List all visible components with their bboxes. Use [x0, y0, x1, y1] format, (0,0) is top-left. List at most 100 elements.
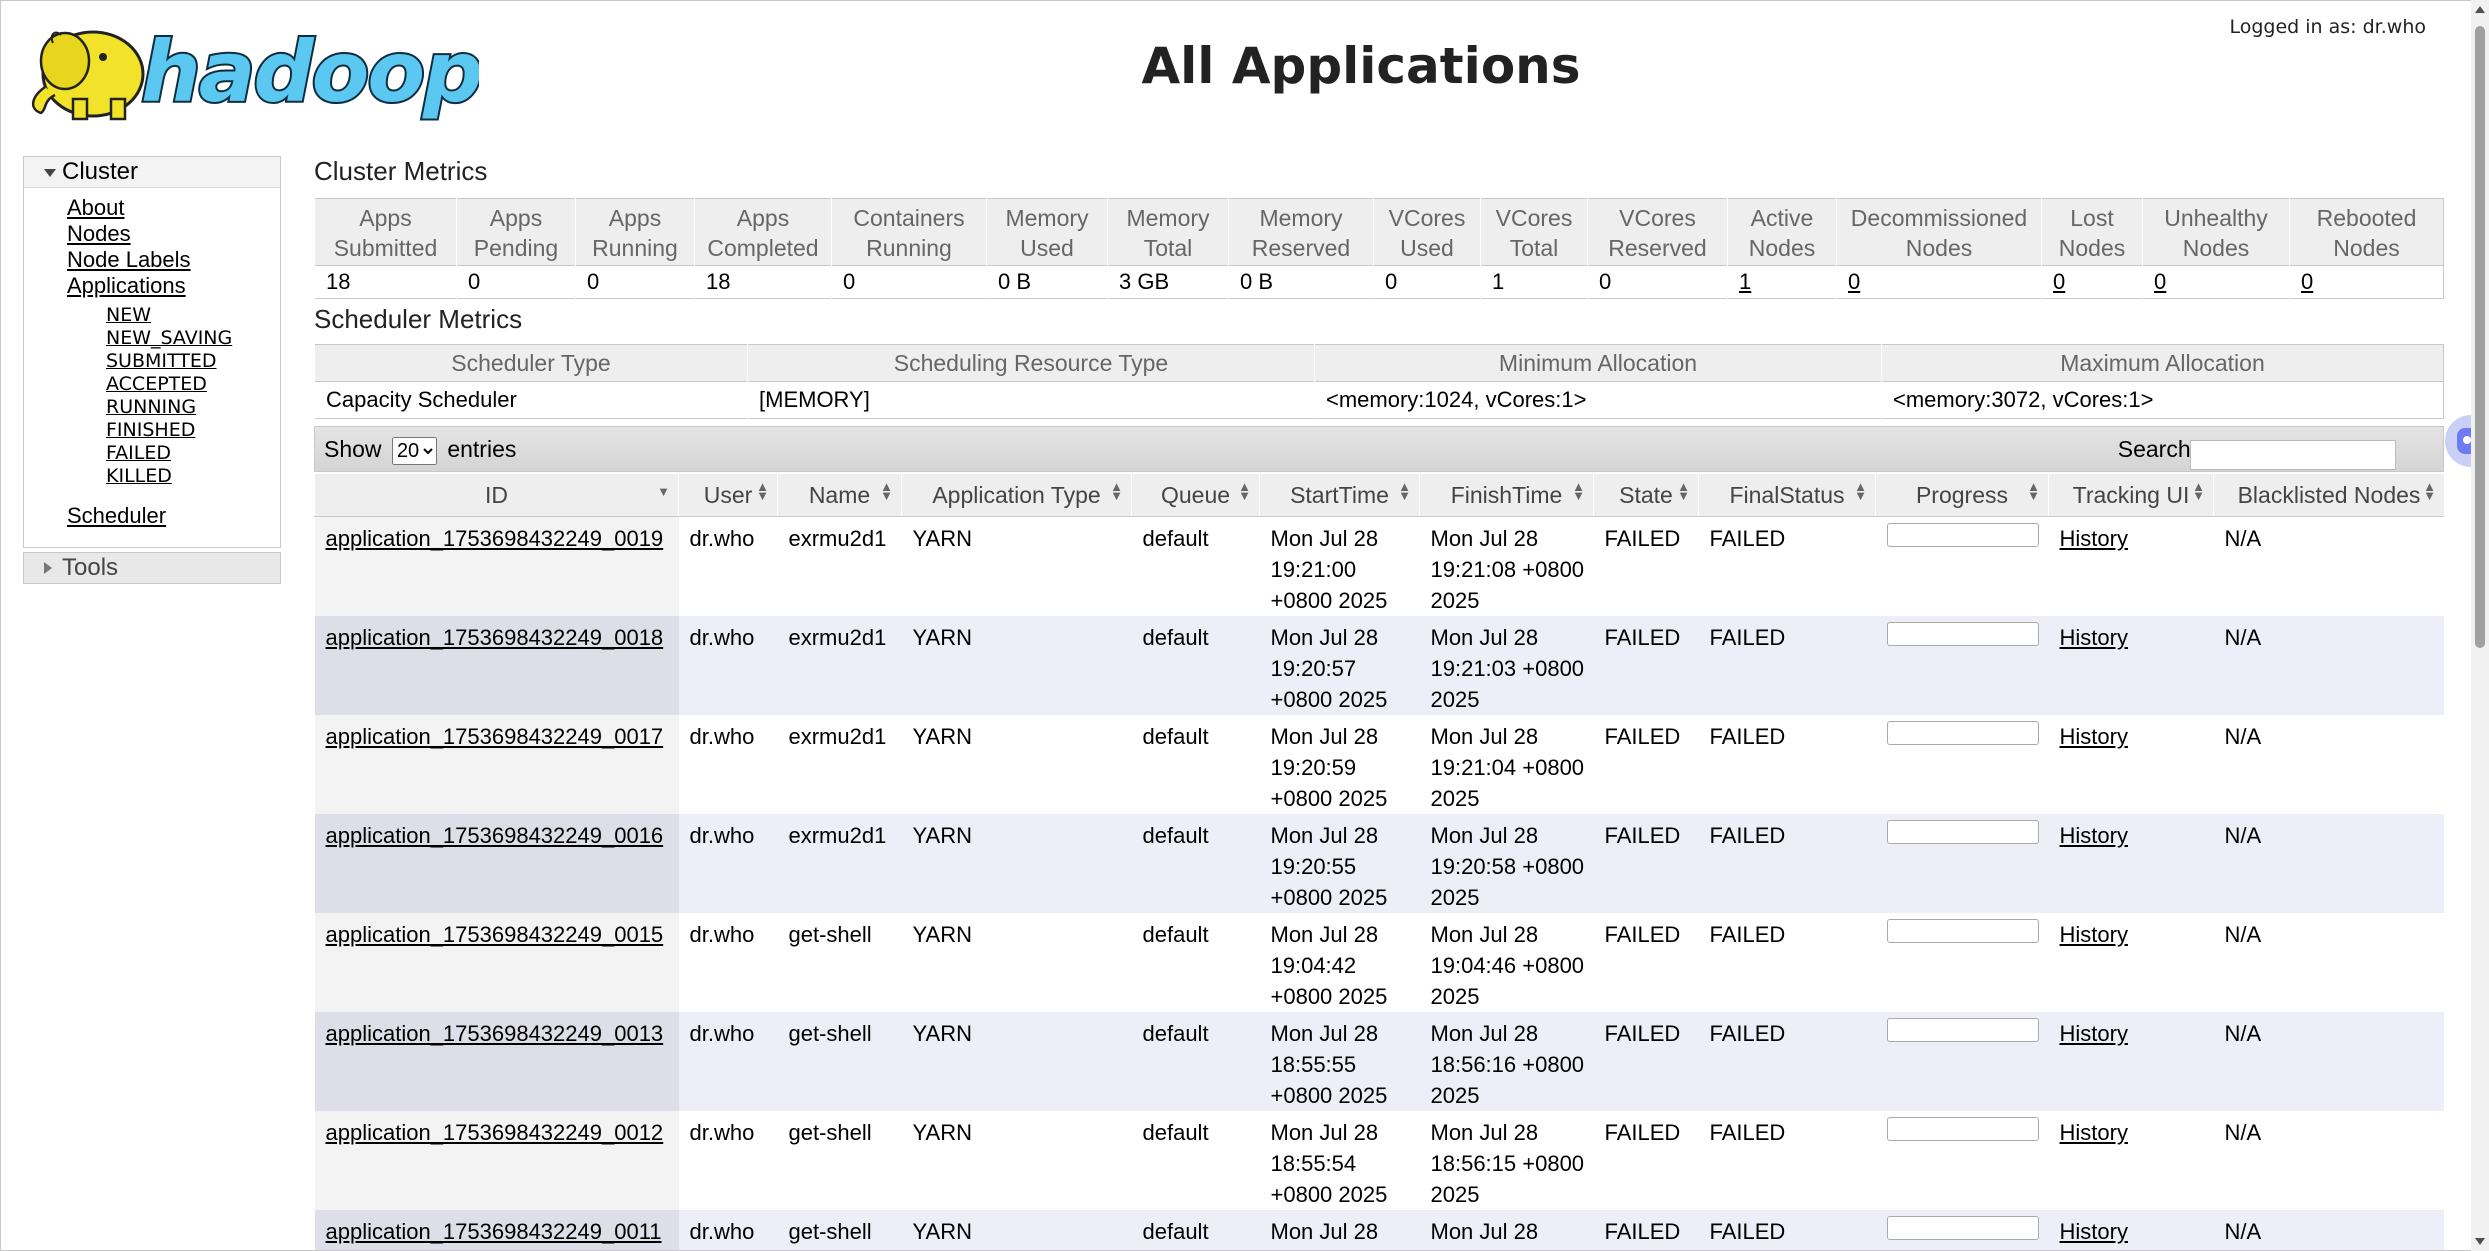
- column-label: ID: [485, 481, 508, 508]
- unhealthy-nodes-link[interactable]: 0: [2154, 269, 2166, 294]
- column-label: Queue: [1160, 481, 1231, 508]
- hadoop-logo[interactable]: hadoop: [23, 9, 479, 124]
- nav-link-scheduler[interactable]: Scheduler: [67, 503, 166, 529]
- history-link[interactable]: History: [2060, 1021, 2128, 1046]
- th-state[interactable]: State ▲ ▼: [1593, 474, 1699, 517]
- th-queue[interactable]: Queue ▲ ▼: [1131, 474, 1260, 517]
- column-label: Name: [808, 481, 871, 508]
- tools-nav-header[interactable]: Tools: [24, 553, 280, 583]
- th-tracking-ui[interactable]: Tracking UI ▲ ▼: [2048, 474, 2214, 517]
- user-cell: dr.who: [678, 516, 778, 616]
- sort-both-icon[interactable]: ▲ ▼: [2192, 480, 2205, 502]
- scroll-up-icon[interactable]: [2475, 6, 2485, 13]
- nav-link-applications[interactable]: Applications: [67, 273, 186, 299]
- final-status-value: FAILED: [1709, 1219, 1786, 1244]
- th-start-time[interactable]: StartTime ▲ ▼: [1259, 474, 1420, 517]
- sort-both-icon[interactable]: ▲ ▼: [1677, 480, 1690, 502]
- nav-state-failed[interactable]: FAILED: [106, 442, 171, 464]
- sort-both-icon[interactable]: ▲ ▼: [1854, 480, 1867, 502]
- sort-both-icon[interactable]: ▲ ▼: [880, 480, 893, 502]
- app-id-link[interactable]: application_1753698432249_0016: [326, 823, 664, 848]
- th-final-status[interactable]: FinalStatus ▲ ▼: [1698, 474, 1876, 517]
- column-label: Application Type: [932, 481, 1101, 508]
- scrollbar-thumb[interactable]: [2475, 26, 2485, 648]
- vertical-scrollbar[interactable]: [2471, 0, 2489, 1251]
- app-id-link[interactable]: application_1753698432249_0017: [326, 724, 664, 749]
- nav-state-killed[interactable]: KILLED: [106, 465, 172, 487]
- sort-both-icon[interactable]: ▲ ▼: [1238, 480, 1251, 502]
- th-finish-time[interactable]: FinishTime ▲ ▼: [1419, 474, 1594, 517]
- final-status-value: FAILED: [1709, 526, 1786, 551]
- user-cell: dr.who: [678, 1012, 778, 1111]
- app-id-link[interactable]: application_1753698432249_0019: [326, 526, 664, 551]
- history-link[interactable]: History: [2060, 1120, 2128, 1145]
- name-cell: exrmu2d1: [777, 715, 902, 814]
- type-cell: YARN: [901, 616, 1132, 715]
- active-nodes-link[interactable]: 1: [1739, 269, 1751, 294]
- nav-link-nodes[interactable]: Nodes: [67, 221, 131, 247]
- type-value: YARN: [912, 724, 973, 749]
- history-link[interactable]: History: [2060, 526, 2128, 551]
- entries-select[interactable]: 20: [391, 437, 437, 465]
- tracking-ui-cell: History: [2048, 1210, 2214, 1250]
- scroll-down-icon[interactable]: [2475, 1238, 2485, 1245]
- cluster-nav-header[interactable]: Cluster: [24, 157, 280, 188]
- th-name[interactable]: Name ▲ ▼: [777, 474, 902, 517]
- history-link[interactable]: History: [2060, 922, 2128, 947]
- type-value: YARN: [912, 1219, 973, 1244]
- nav-state-new-saving[interactable]: NEW_SAVING: [106, 327, 232, 349]
- blacklisted-value: N/A: [2224, 1219, 2262, 1244]
- nav-state-finished[interactable]: FINISHED: [106, 419, 195, 441]
- queue-cell: default: [1131, 1012, 1260, 1111]
- th-id[interactable]: ID ▼: [314, 474, 679, 517]
- nav-link-about[interactable]: About: [67, 195, 125, 221]
- app-id-link[interactable]: application_1753698432249_0018: [326, 625, 664, 650]
- nav-state-new[interactable]: NEW: [106, 304, 151, 326]
- history-link[interactable]: History: [2060, 823, 2128, 848]
- th-apps-running: Apps Running: [575, 198, 695, 266]
- sort-both-icon[interactable]: ▲ ▼: [1398, 480, 1411, 502]
- history-link[interactable]: History: [2060, 724, 2128, 749]
- app-id-cell: application_1753698432249_0015: [314, 913, 679, 1012]
- nav-state-running[interactable]: RUNNING: [106, 396, 196, 418]
- app-id-cell: application_1753698432249_0017: [314, 715, 679, 814]
- finish-time-cell: Mon Jul 28 19:21:04 +0800 2025: [1419, 715, 1594, 814]
- history-link[interactable]: History: [2060, 625, 2128, 650]
- nav-state-accepted[interactable]: ACCEPTED: [106, 373, 207, 395]
- queue-cell: default: [1131, 715, 1260, 814]
- th-decommissioned-nodes: Decommissioned Nodes: [1836, 198, 2042, 266]
- nav-link-node-labels[interactable]: Node Labels: [67, 247, 191, 273]
- start-time-cell: Mon Jul 2818:55:54+0800 2025: [1259, 1210, 1420, 1250]
- application-row: application_1753698432249_0012 dr.who get-…: [314, 1111, 2444, 1210]
- tools-nav[interactable]: Tools: [23, 552, 281, 584]
- sort-both-icon[interactable]: ▲ ▼: [2423, 480, 2436, 502]
- chevron-down-icon: [44, 169, 56, 177]
- app-id-link[interactable]: application_1753698432249_0013: [326, 1021, 664, 1046]
- rebooted-nodes-link[interactable]: 0: [2301, 269, 2313, 294]
- sort-both-icon[interactable]: ▲ ▼: [1110, 480, 1123, 502]
- sort-both-icon[interactable]: ▲ ▼: [1572, 480, 1585, 502]
- app-id-link[interactable]: application_1753698432249_0012: [326, 1120, 664, 1145]
- nav-state-submitted[interactable]: SUBMITTED: [106, 350, 217, 372]
- th-blacklisted-nodes[interactable]: Blacklisted Nodes ▲ ▼: [2213, 474, 2444, 517]
- sort-both-icon[interactable]: ▲ ▼: [756, 480, 769, 502]
- decommissioned-nodes-link[interactable]: 0: [1848, 269, 1860, 294]
- history-link[interactable]: History: [2060, 1219, 2128, 1244]
- th-progress[interactable]: Progress ▲ ▼: [1875, 474, 2049, 517]
- th-application-type[interactable]: Application Type ▲ ▼: [901, 474, 1132, 517]
- finish-time-line: 2025: [1430, 588, 1480, 613]
- final-status-value: FAILED: [1709, 724, 1786, 749]
- sort-desc-icon[interactable]: ▼: [657, 485, 670, 498]
- app-id-link[interactable]: application_1753698432249_0011: [326, 1219, 662, 1244]
- th-scheduling-resource-type: Scheduling Resource Type: [747, 344, 1315, 382]
- progress-bar: [1886, 622, 2039, 646]
- state-cell: FAILED: [1593, 814, 1699, 913]
- th-user[interactable]: User ▲ ▼: [678, 474, 778, 517]
- lost-nodes-link[interactable]: 0: [2053, 269, 2065, 294]
- start-time-line: Mon Jul 28: [1270, 724, 1379, 749]
- entries-label: entries: [447, 436, 517, 462]
- sort-both-icon[interactable]: ▲ ▼: [2027, 480, 2040, 502]
- app-id-link[interactable]: application_1753698432249_0015: [326, 922, 664, 947]
- type-value: YARN: [912, 625, 973, 650]
- search-input[interactable]: [2190, 440, 2396, 470]
